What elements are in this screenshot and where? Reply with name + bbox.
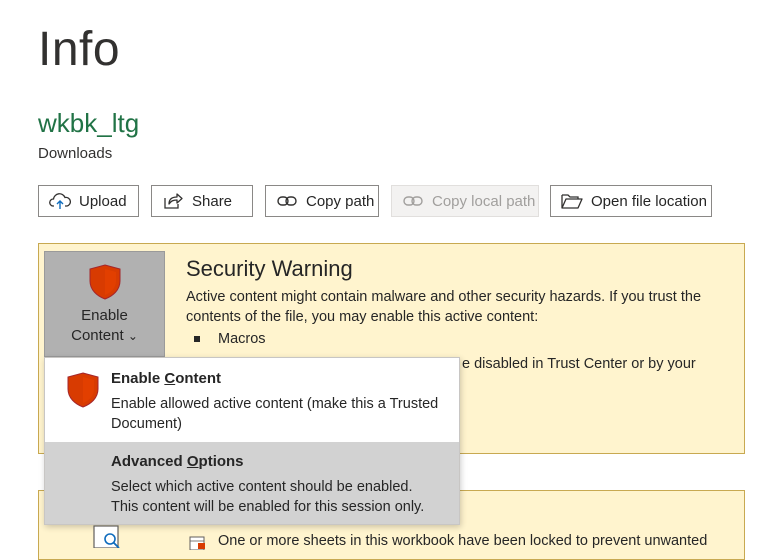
upload-button[interactable]: Upload — [38, 185, 139, 217]
copy-local-path-button[interactable]: Copy local path — [391, 185, 539, 217]
share-label: Share — [192, 192, 233, 210]
copy-path-label: Copy path — [306, 192, 375, 210]
security-warning-title: Security Warning — [186, 256, 353, 281]
link-icon — [276, 191, 298, 211]
locked-sheet-icon — [189, 536, 207, 555]
shield-icon — [67, 372, 99, 413]
page-title: Info — [38, 23, 121, 76]
file-name: wkbk_ltg — [38, 108, 140, 138]
share-icon — [162, 191, 184, 211]
menu-item-title: Advanced Options — [111, 453, 244, 470]
shield-icon — [89, 264, 121, 305]
link-icon — [402, 191, 424, 211]
enable-button-line2: Content ⌄ — [71, 327, 138, 344]
security-warning-description: Active content might contain malware and… — [186, 289, 702, 325]
open-file-location-label: Open file location — [591, 192, 707, 210]
upload-label: Upload — [79, 192, 127, 210]
menu-item-advanced-options[interactable]: Advanced Options Select which active con… — [45, 442, 459, 524]
enable-content-button[interactable]: Enable Content ⌄ — [44, 251, 165, 357]
cloud-upload-icon — [49, 191, 71, 211]
protect-workbook-icon — [90, 524, 130, 553]
menu-item-description: Select which active content should be en… — [111, 479, 425, 515]
menu-item-description: Enable allowed active content (make this… — [111, 396, 439, 432]
bullet-macros: Macros — [218, 331, 266, 347]
open-file-location-button[interactable]: Open file location — [550, 185, 712, 217]
enable-content-dropdown: Enable Content Enable allowed active con… — [44, 357, 460, 525]
menu-item-enable-content[interactable]: Enable Content Enable allowed active con… — [45, 358, 459, 442]
copy-path-button[interactable]: Copy path — [265, 185, 379, 217]
share-button[interactable]: Share — [151, 185, 253, 217]
chevron-down-icon: ⌄ — [127, 329, 138, 343]
menu-item-title: Enable Content — [111, 370, 222, 387]
folder-icon — [561, 191, 583, 211]
locked-sheets-text: One or more sheets in this workbook have… — [218, 533, 708, 549]
file-location: Downloads — [38, 145, 113, 162]
bullet-icon — [194, 336, 200, 342]
copy-local-path-label: Copy local path — [432, 192, 536, 210]
enable-button-line1: Enable — [81, 307, 128, 324]
trust-center-text: e disabled in Trust Center or by your — [462, 356, 696, 372]
